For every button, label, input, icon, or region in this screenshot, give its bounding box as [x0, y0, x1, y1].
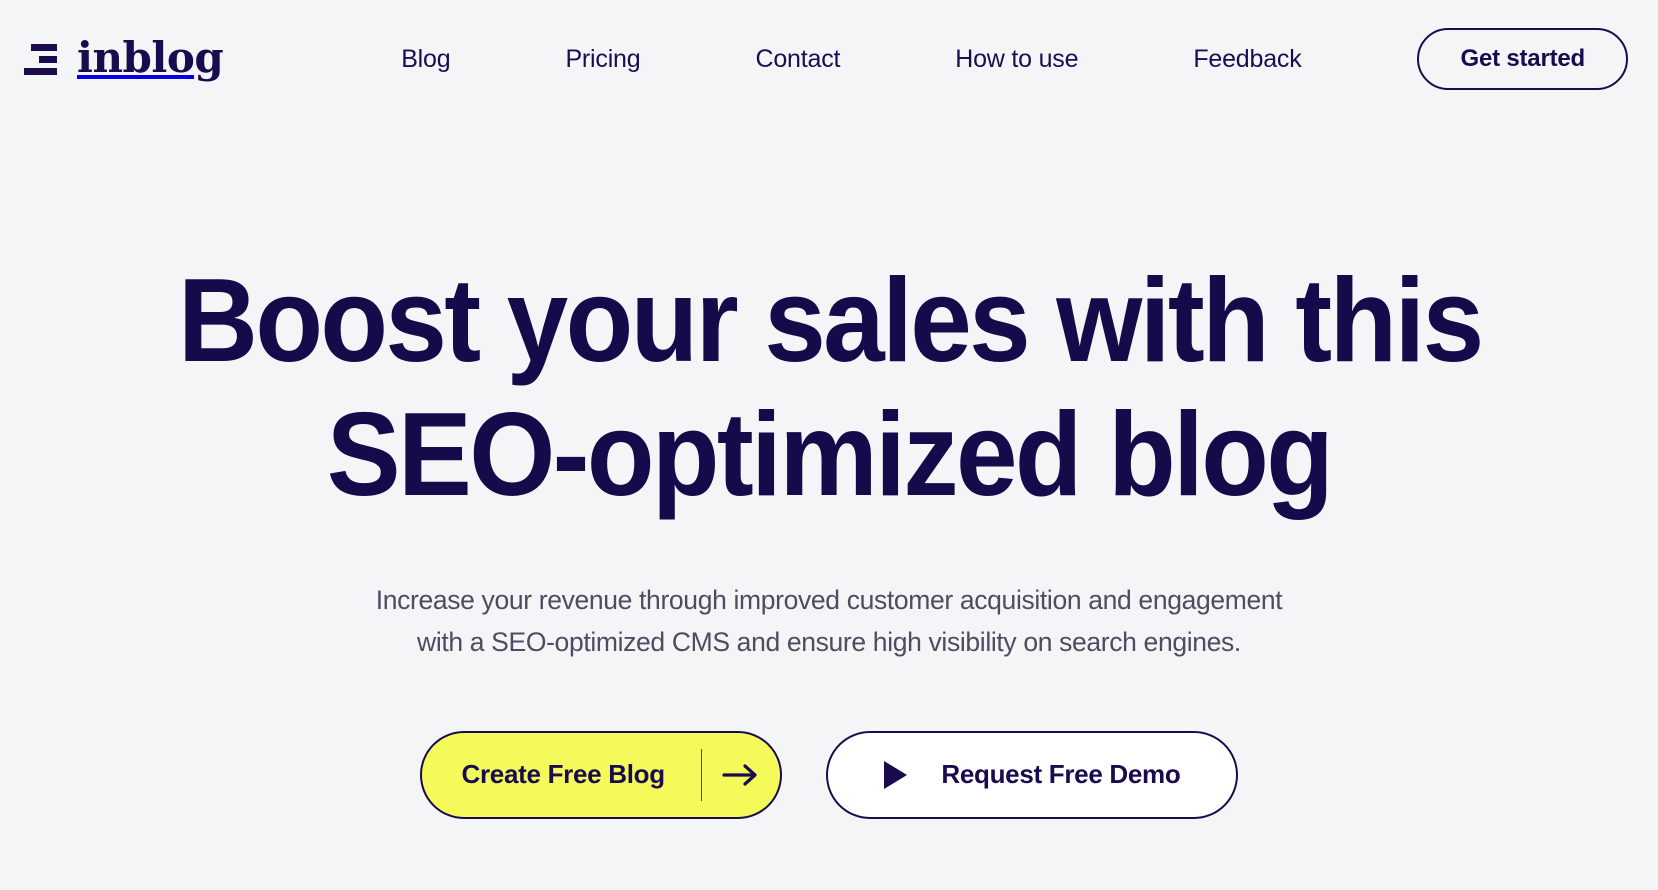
arrow-right-icon [702, 762, 780, 788]
three-bars-icon [24, 43, 57, 75]
nav-item-contact[interactable]: Contact [755, 35, 840, 84]
page-title-line-2: SEO-optimized blog [326, 388, 1334, 522]
play-icon [884, 760, 908, 789]
create-free-blog-label: Create Free Blog [461, 759, 666, 790]
page-title: Boost your sales with this SEO-optimized… [178, 254, 1484, 523]
hero-subtitle-line-2: with a SEO-optimized CMS and ensure high… [417, 626, 1241, 657]
brand-logo[interactable]: inblog [24, 32, 224, 82]
page-title-line-1: Boost your sales with this [178, 254, 1484, 387]
hero-section: Boost your sales with this SEO-optimized… [0, 118, 1658, 890]
button-divider [700, 748, 703, 801]
site-header: inblog Blog Pricing Contact How to use F… [0, 0, 1658, 118]
landing-page: inblog Blog Pricing Contact How to use F… [0, 0, 1658, 890]
main-navigation: Blog Pricing Contact How to use Feedback [223, 35, 1417, 84]
cta-row: Create Free Blog Request Free Demo [419, 730, 1239, 819]
nav-item-blog[interactable]: Blog [401, 35, 450, 84]
nav-item-pricing[interactable]: Pricing [565, 35, 640, 84]
nav-item-how-to-use[interactable]: How to use [955, 35, 1078, 84]
create-free-blog-button[interactable]: Create Free Blog [419, 730, 783, 819]
hero-subtitle-line-1: Increase your revenue through improved c… [375, 584, 1283, 615]
request-free-demo-button[interactable]: Request Free Demo [826, 730, 1239, 819]
get-started-button[interactable]: Get started [1417, 28, 1628, 90]
brand-name: inblog [77, 32, 224, 82]
hero-subtitle: Increase your revenue through improved c… [376, 580, 1283, 664]
request-free-demo-label: Request Free Demo [941, 759, 1181, 790]
nav-item-feedback[interactable]: Feedback [1193, 35, 1301, 84]
